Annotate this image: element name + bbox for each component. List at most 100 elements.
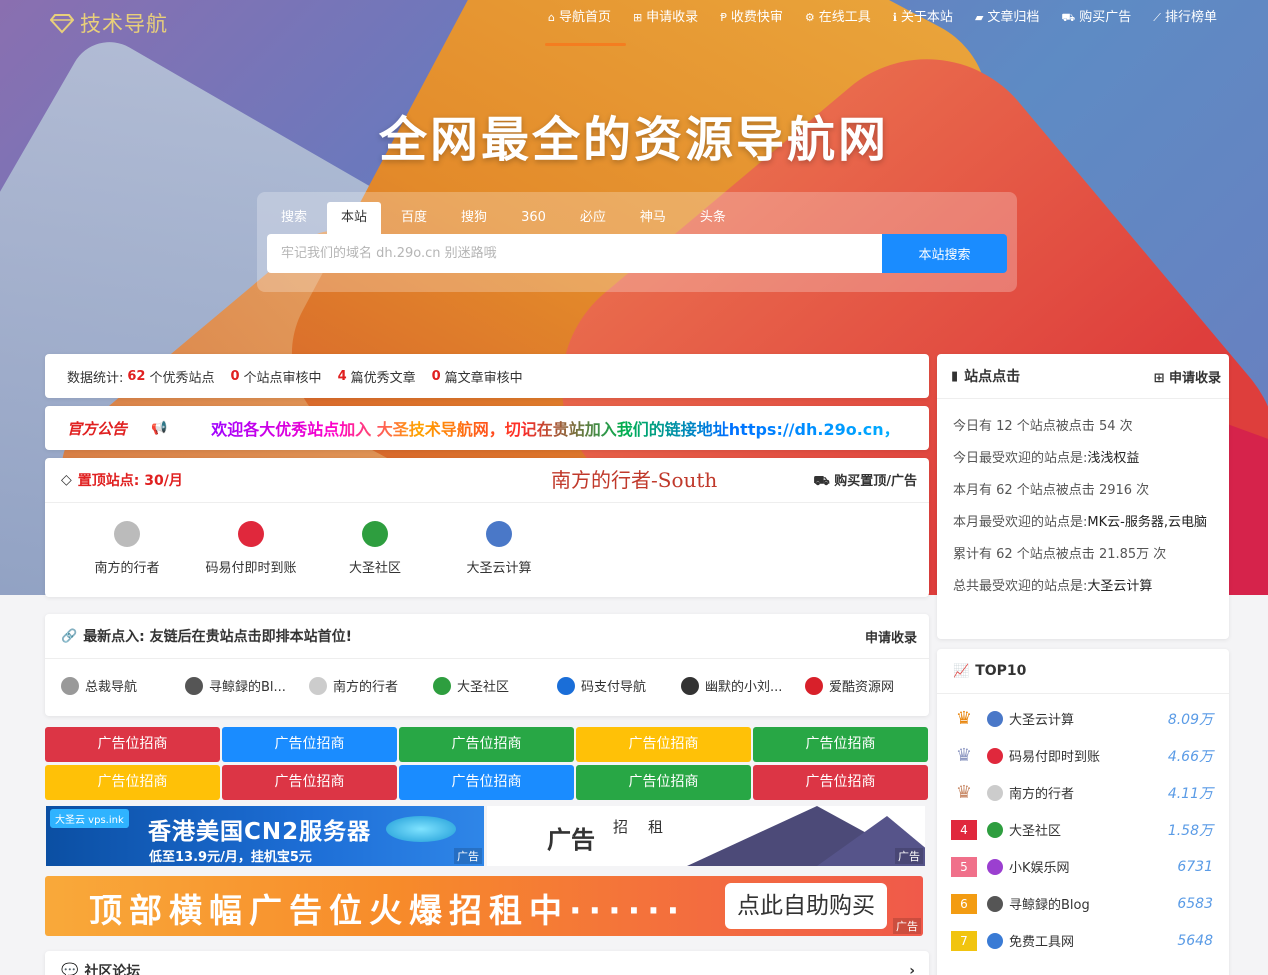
buy-ad-link[interactable]: ⛟ 购买置顶/广告: [813, 470, 917, 491]
top10-click-count: 4.66万: [1167, 748, 1213, 765]
click-stat-text: 总共最受欢迎的站点是:: [953, 579, 1088, 594]
search-tab-6[interactable]: 神马: [626, 202, 680, 234]
nav-item-label: 申请收录: [646, 10, 699, 25]
site-clicks-title: 站点点击: [964, 369, 1021, 385]
newest-link[interactable]: 幽默的小刘...: [681, 676, 805, 695]
search-tab-1[interactable]: 本站: [327, 202, 382, 234]
newest-link[interactable]: 码支付导航: [557, 676, 681, 695]
search-tab-7[interactable]: 头条: [686, 202, 740, 234]
top10-row[interactable]: 7 免费工具网 5648: [937, 922, 1229, 959]
popular-site-link[interactable]: 浅浅权益: [1087, 451, 1139, 466]
apply-label: 申请收录: [1168, 370, 1221, 386]
nav-item-1[interactable]: ⊞ 申请收录: [622, 0, 709, 46]
bookmark-icon: ▮: [951, 368, 959, 384]
nav-item-4[interactable]: ℹ 关于本站: [882, 0, 964, 46]
search-panel: 搜索本站百度搜狗360必应神马头条 本站搜索: [257, 192, 1017, 292]
top10-row[interactable]: ♛ 南方的行者 4.11万: [937, 774, 1229, 811]
nav-item-5[interactable]: ▰ 文章归档: [964, 0, 1050, 46]
click-stats-list: 今日有 12 个站点被点击 54 次今日最受欢迎的站点是:浅浅权益 本月有 62 …: [937, 399, 1229, 597]
top-nav: 技术导航 ⌂ 导航首页 ⊞ 申请收录 Ᵽ 收费快审 ⚙ 在线工具 ℹ 关于本站 ▰ 文章归档 ⛟ 购买广告…: [0, 0, 1268, 46]
nav-item-label: 在线工具: [818, 10, 871, 25]
nav-item-3[interactable]: ⚙ 在线工具: [794, 0, 882, 46]
top10-row[interactable]: ♛ 码易付即时到账 4.66万: [937, 737, 1229, 774]
ad-slot-button[interactable]: 广告位招商: [576, 727, 751, 762]
search-tab-4[interactable]: 360: [507, 202, 560, 234]
newest-link[interactable]: 总裁导航: [61, 676, 185, 695]
pinned-site[interactable]: 大圣社区: [313, 521, 437, 576]
search-tab-5[interactable]: 必应: [566, 202, 620, 234]
nav-item-7[interactable]: ⟋ 排行榜单: [1142, 0, 1228, 46]
site-favicon-icon: [987, 747, 1003, 764]
click-stat-line: 本月最受欢迎的站点是:MK云-服务器,云电脑: [937, 513, 1229, 533]
search-tab-3[interactable]: 搜狗: [447, 202, 501, 234]
forum-card: 💬 社区论坛 ›: [45, 951, 929, 975]
nav-item-2[interactable]: Ᵽ 收费快审: [709, 0, 794, 46]
apply-link[interactable]: ⊞ 申请收录: [1154, 367, 1221, 386]
ad-slot-button[interactable]: 广告位招商: [222, 765, 397, 800]
newest-link[interactable]: 大圣社区: [433, 676, 557, 695]
click-stat-line: 今日有 12 个站点被点击 54 次: [937, 417, 1229, 437]
stats-pending-articles-count: 0: [431, 368, 441, 384]
ad-slot-button[interactable]: 广告位招商: [753, 765, 928, 800]
announcement-text[interactable]: 欢迎各大优秀站点加入 大圣技术导航网，切记在贵站加入我们的链接地址https:/…: [211, 416, 899, 440]
nav-item-label: 导航首页: [558, 10, 611, 25]
crown-icon: ♛: [955, 745, 973, 766]
top10-click-count: 6583: [1177, 895, 1213, 912]
top10-site-name: 寻鲸録的Blog: [1009, 898, 1090, 913]
newest-links-list: 总裁导航 寻鲸録的Bl... 南方的行者 大圣社区 码支付导航 幽默的小刘... 爱酷资源网: [45, 659, 929, 695]
pinned-site[interactable]: 大圣云计算: [437, 521, 561, 576]
newest-link-name: 南方的行者: [333, 680, 399, 695]
banner-ad-text: 广告: [547, 825, 595, 854]
click-stat-text: 本月有 62 个站点被点击 2916 次: [953, 483, 1150, 498]
banner-top-ad[interactable]: 顶部横幅广告位火爆招租中······ 点此自助购买 广告: [45, 876, 923, 936]
site-favicon-icon: [987, 821, 1003, 838]
ad-slot-button[interactable]: 广告位招商: [399, 727, 574, 762]
stats-bar: 数据统计: 62 个优秀站点 0 个站点审核中 4 篇优秀文章 0 篇文章审核中: [45, 354, 929, 398]
ad-slot-button[interactable]: 广告位招商: [222, 727, 397, 762]
newest-link[interactable]: 爱酷资源网: [805, 676, 929, 695]
search-tab-0[interactable]: 搜索: [267, 202, 321, 234]
search-input[interactable]: [267, 234, 882, 273]
popular-site-link[interactable]: MK云-服务器,云电脑: [1087, 515, 1207, 530]
top10-row[interactable]: 4 大圣社区 1.58万: [937, 811, 1229, 848]
cart-icon: ⛟: [1061, 11, 1076, 24]
home-icon: ⌂: [547, 11, 555, 24]
apply-link[interactable]: 申请收录: [865, 627, 917, 646]
self-service-buy-button[interactable]: 点此自助购买: [725, 883, 887, 929]
rank-badge: 4: [951, 819, 977, 840]
top10-site-name: 大圣社区: [1009, 824, 1062, 839]
ad-slot-button[interactable]: 广告位招商: [45, 765, 220, 800]
top10-row[interactable]: ♛ 大圣云计算 8.09万: [937, 700, 1229, 737]
banner-cn2-server[interactable]: 大圣云 vps.ink 香港美国CN2服务器 低至13.9元/月，挂机宝5元 广…: [46, 806, 484, 866]
nav-item-0[interactable]: ⌂ 导航首页: [537, 0, 626, 46]
newest-link[interactable]: 寻鲸録的Bl...: [185, 676, 309, 695]
ad-slot-button[interactable]: 广告位招商: [576, 765, 751, 800]
rank-badge: 6: [951, 893, 977, 914]
nav-item-6[interactable]: ⛟ 购买广告: [1050, 0, 1142, 46]
stats-prefix: 数据统计:: [67, 370, 124, 386]
site-favicon-icon: [805, 676, 823, 695]
banner-for-rent[interactable]: 广告 招租 广告: [487, 806, 925, 866]
pinned-site-name: 大圣云计算: [466, 561, 532, 576]
top10-click-count: 1.58万: [1167, 822, 1213, 839]
site-favicon-icon: [486, 521, 512, 547]
newest-link[interactable]: 南方的行者: [309, 676, 433, 695]
search-button[interactable]: 本站搜索: [882, 234, 1007, 273]
ad-slot-button[interactable]: 广告位招商: [45, 727, 220, 762]
banner-title: 香港美国CN2服务器: [148, 819, 372, 845]
pinned-site[interactable]: 南方的行者: [65, 521, 189, 576]
banner-logo: 大圣云 vps.ink: [50, 809, 129, 828]
click-stat-line: 总共最受欢迎的站点是:大圣云计算: [937, 577, 1229, 597]
top10-row[interactable]: 6 寻鲸録的Blog 6583: [937, 885, 1229, 922]
popular-site-link[interactable]: 大圣云计算: [1087, 579, 1152, 594]
site-favicon-icon: [987, 858, 1003, 875]
newest-link-name: 大圣社区: [457, 680, 510, 695]
site-logo[interactable]: 技术导航: [50, 8, 168, 38]
ad-slot-button[interactable]: 广告位招商: [399, 765, 574, 800]
ad-slot-button[interactable]: 广告位招商: [753, 727, 928, 762]
top10-row[interactable]: 5 小K娱乐网 6731: [937, 848, 1229, 885]
search-tab-2[interactable]: 百度: [387, 202, 441, 234]
banner-headline: 顶部横幅广告位火爆招租中······: [89, 891, 687, 930]
chevron-right-icon[interactable]: ›: [909, 963, 915, 975]
pinned-site[interactable]: 码易付即时到账: [189, 521, 313, 576]
